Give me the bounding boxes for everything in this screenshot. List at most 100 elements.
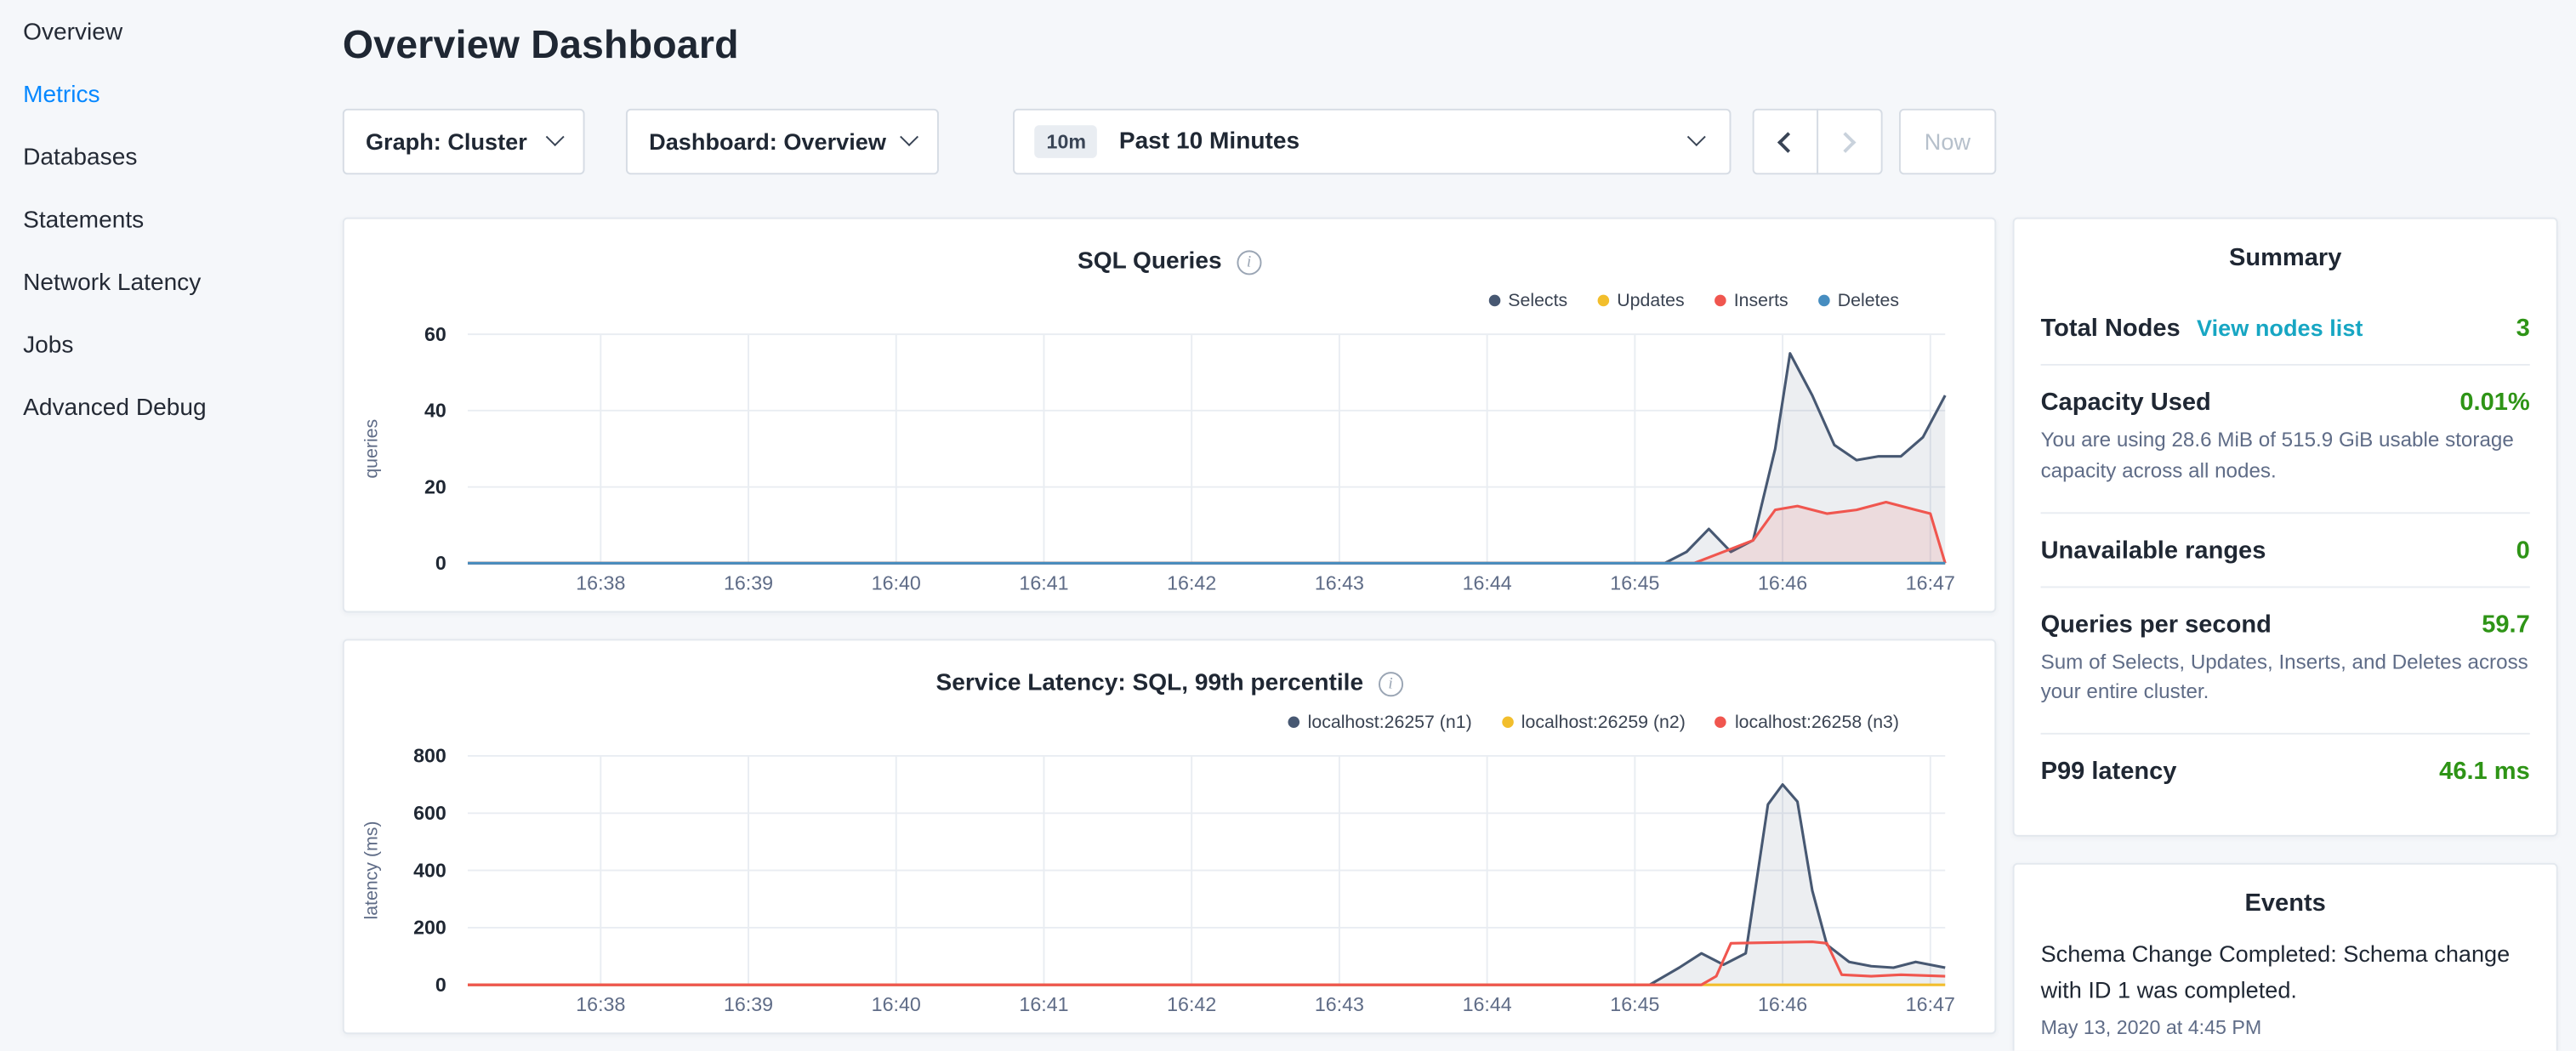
summary-section-p99-latency: P99 latency 46.1 ms [2041,733,2530,807]
legend-item[interactable]: localhost:26259 (n2) [1502,713,1686,732]
sidebar-item-jobs[interactable]: Jobs [0,315,321,378]
time-range-dropdown[interactable]: 10m Past 10 Minutes [1014,109,1731,174]
chart-legend: localhost:26257 (n1) localhost:26259 (n2)… [344,700,1995,735]
dashboard-label: Dashboard: Overview [649,128,886,155]
svg-text:40: 40 [424,400,446,422]
info-icon[interactable]: i [1379,671,1403,696]
summary-description: Sum of Selects, Updates, Inserts, and De… [2041,646,2530,730]
svg-text:latency (ms): latency (ms) [361,821,382,920]
legend-dot-icon [1488,295,1500,307]
svg-text:16:46: 16:46 [1758,993,1807,1015]
svg-text:0: 0 [435,974,446,996]
events-title: Events [2041,889,2530,917]
legend-item[interactable]: localhost:26257 (n1) [1288,713,1471,732]
chart-sql-queries: SQL Queries i Selects Updates Inserts Delet… [343,218,1996,613]
svg-text:16:40: 16:40 [872,993,921,1015]
page-title: Overview Dashboard [343,23,1996,69]
chart-legend: Selects Updates Inserts Deletes [344,278,1995,313]
sidebar-item-metrics[interactable]: Metrics [0,65,321,128]
event-list-item[interactable]: Schema Change Completed: Schema change w… [2041,937,2530,1040]
summary-section-capacity-used: Capacity Used 0.01% You are using 28.6 M… [2041,364,2530,511]
sidebar-item-databases[interactable]: Databases [0,127,321,190]
sidebar-item-advanced-debug[interactable]: Advanced Debug [0,378,321,440]
svg-text:16:43: 16:43 [1315,993,1364,1015]
chevron-down-icon [1686,128,1705,146]
svg-text:16:46: 16:46 [1758,571,1807,594]
toolbar: Graph: Cluster Dashboard: Overview 10m P… [343,109,1996,174]
events-panel: Events Schema Change Completed: Schema c… [2013,863,2558,1051]
time-step-buttons [1752,109,1882,174]
time-next-button[interactable] [1817,109,1882,174]
chevron-down-icon [901,128,919,146]
view-nodes-list-link[interactable]: View nodes list [2197,315,2363,341]
summary-value: 0 [2516,536,2530,564]
sidebar-item-overview[interactable]: Overview [0,2,321,65]
svg-text:16:38: 16:38 [576,571,625,594]
summary-section-total-nodes: Total Nodes View nodes list 3 [2041,292,2530,364]
legend-dot-icon [1818,295,1830,307]
chart-service-latency: Service Latency: SQL, 99th percentile i … [343,639,1996,1034]
svg-text:16:40: 16:40 [872,571,921,594]
time-prev-button[interactable] [1752,109,1817,174]
svg-text:16:38: 16:38 [576,993,625,1015]
svg-text:16:44: 16:44 [1463,993,1512,1015]
svg-text:800: 800 [413,746,446,766]
summary-label: Total Nodes [2041,315,2181,343]
summary-description: You are using 28.6 MiB of 515.9 GiB usab… [2041,425,2530,508]
svg-text:16:39: 16:39 [724,993,773,1015]
legend-dot-icon [1502,716,1514,728]
chart-canvas: 0 20 40 60 16:38 16:39 16:40 16:41 16:42 16:43 16:… [344,325,1998,605]
event-text: Schema Change Completed: Schema change w… [2041,937,2530,1008]
summary-value: 3 [2516,315,2530,343]
svg-text:0: 0 [435,552,446,574]
summary-label: Unavailable ranges [2041,536,2266,564]
svg-text:400: 400 [413,859,446,881]
summary-label: P99 latency [2041,758,2177,786]
sidebar-item-statements[interactable]: Statements [0,190,321,253]
svg-text:16:47: 16:47 [1906,571,1955,594]
info-icon[interactable]: i [1237,249,1261,274]
legend-dot-icon [1714,295,1726,307]
svg-text:16:39: 16:39 [724,571,773,594]
main-content: Overview Dashboard Graph: Cluster Dashbo… [343,0,1996,1034]
chevron-down-icon [546,128,565,146]
svg-text:16:45: 16:45 [1610,993,1659,1015]
svg-text:16:42: 16:42 [1167,993,1216,1015]
summary-value: 59.7 [2482,611,2530,639]
svg-text:16:47: 16:47 [1906,993,1955,1015]
legend-item[interactable]: Deletes [1818,291,1899,310]
chart-title: Service Latency: SQL, 99th percentile [936,670,1364,696]
sidebar-item-network-latency[interactable]: Network Latency [0,252,321,315]
summary-title: Summary [2041,244,2530,272]
summary-panel: Summary Total Nodes View nodes list 3 Ca… [2013,218,2558,837]
legend-item[interactable]: Selects [1488,291,1567,310]
summary-section-queries-per-second: Queries per second 59.7 Sum of Selects, … [2041,585,2530,732]
legend-item[interactable]: Inserts [1714,291,1788,310]
time-range-label: Past 10 Minutes [1119,128,1299,155]
svg-text:16:43: 16:43 [1315,571,1364,594]
now-button[interactable]: Now [1899,109,1997,174]
svg-text:60: 60 [424,325,446,345]
charts-column: SQL Queries i Selects Updates Inserts Delet… [343,218,1996,1035]
svg-text:20: 20 [424,475,446,497]
svg-text:16:41: 16:41 [1019,993,1068,1015]
summary-value: 0.01% [2459,389,2529,417]
legend-dot-icon [1715,716,1727,728]
legend-item[interactable]: localhost:26258 (n3) [1715,713,1899,732]
legend-dot-icon [1288,716,1299,728]
chevron-right-icon [1835,131,1857,152]
chevron-left-icon [1777,131,1799,152]
chart-title-row: Service Latency: SQL, 99th percentile i [344,640,1995,700]
graph-scope-label: Graph: Cluster [366,128,527,155]
legend-dot-icon [1597,295,1609,307]
dashboard-dropdown[interactable]: Dashboard: Overview [626,109,940,174]
svg-text:200: 200 [413,917,446,939]
svg-text:queries: queries [361,419,382,479]
legend-item[interactable]: Updates [1597,291,1685,310]
svg-text:16:42: 16:42 [1167,571,1216,594]
svg-text:16:41: 16:41 [1019,571,1068,594]
app-root: Overview Metrics Databases Statements Ne… [0,0,2576,1051]
graph-scope-dropdown[interactable]: Graph: Cluster [343,109,585,174]
chart-title: SQL Queries [1078,248,1222,275]
right-panel: Summary Total Nodes View nodes list 3 Ca… [2013,218,2558,1051]
